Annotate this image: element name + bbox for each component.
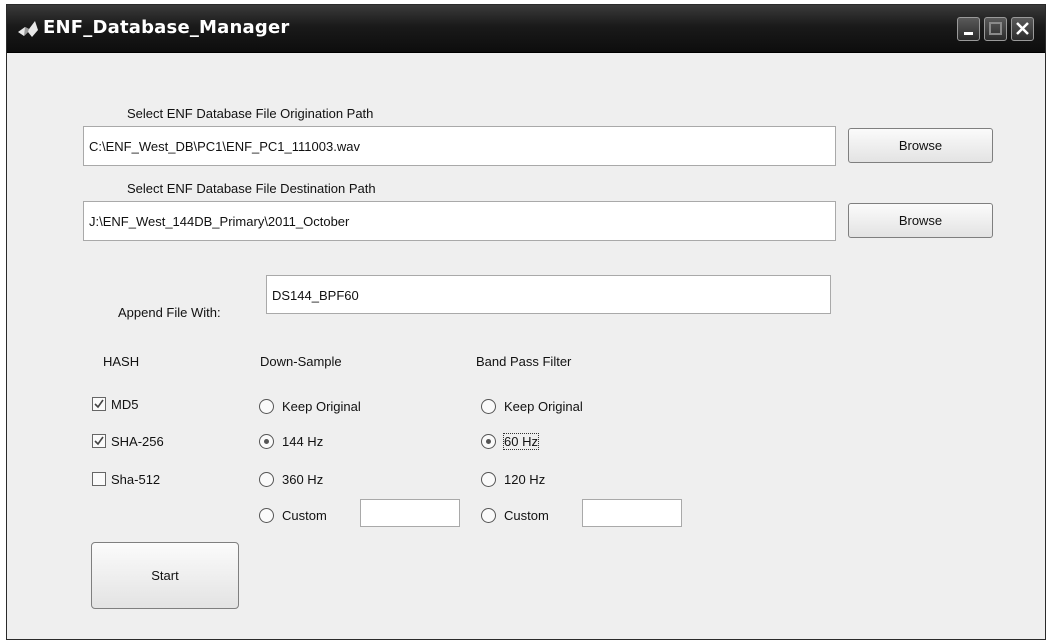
close-icon <box>1016 22 1029 35</box>
bandpass-custom-radio[interactable] <box>481 508 496 523</box>
bandpass-keep-original-radio[interactable] <box>481 399 496 414</box>
bandpass-custom-label: Custom <box>504 508 549 523</box>
destination-path-field[interactable]: J:\ENF_West_144DB_Primary\2011_October <box>83 201 836 241</box>
minimize-icon <box>964 32 973 35</box>
sha256-checkbox[interactable] <box>92 434 106 448</box>
sha512-label: Sha-512 <box>111 472 161 487</box>
bandpass-custom-input[interactable] <box>582 499 682 527</box>
downsample-custom-input[interactable] <box>360 499 460 527</box>
bandpass-120hz-label: 120 Hz <box>504 472 546 487</box>
start-button[interactable]: Start <box>91 542 239 609</box>
minimize-button[interactable] <box>957 17 980 41</box>
checkmark-icon <box>94 436 104 446</box>
origination-label: Select ENF Database File Origination Pat… <box>127 106 374 121</box>
maximize-button[interactable] <box>984 17 1007 41</box>
bandpass-keep-original-label: Keep Original <box>504 399 583 414</box>
origination-path-field[interactable]: C:\ENF_West_DB\PC1\ENF_PC1_111003.wav <box>83 126 836 166</box>
bandpass-60hz-radio[interactable] <box>481 434 496 449</box>
maximize-icon <box>989 22 1002 35</box>
append-label: Append File With: <box>118 305 221 320</box>
downsample-custom-radio[interactable] <box>259 508 274 523</box>
md5-label: MD5 <box>111 397 139 412</box>
downsample-keep-original-label: Keep Original <box>282 399 361 414</box>
origination-browse-button[interactable]: Browse <box>848 128 993 163</box>
hash-header: HASH <box>103 354 140 369</box>
downsample-360hz-radio[interactable] <box>259 472 274 487</box>
matlab-logo-icon <box>17 20 39 38</box>
radio-selected-dot <box>264 439 269 444</box>
radio-selected-dot <box>486 439 491 444</box>
destination-label: Select ENF Database File Destination Pat… <box>127 181 376 196</box>
downsample-144hz-radio[interactable] <box>259 434 274 449</box>
downsample-header: Down-Sample <box>260 354 342 369</box>
downsample-144hz-label: 144 Hz <box>282 434 324 449</box>
sha256-label: SHA-256 <box>111 434 164 449</box>
bandpass-header: Band Pass Filter <box>476 354 572 369</box>
title-bar[interactable]: ENF_Database_Manager <box>7 5 1045 53</box>
destination-browse-button[interactable]: Browse <box>848 203 993 238</box>
checkmark-icon <box>94 399 104 409</box>
bandpass-120hz-radio[interactable] <box>481 472 496 487</box>
sha512-checkbox[interactable] <box>92 472 106 486</box>
app-window: ENF_Database_Manager Select ENF Database… <box>6 4 1046 640</box>
append-field[interactable]: DS144_BPF60 <box>266 275 831 314</box>
window-title: ENF_Database_Manager <box>43 17 290 38</box>
downsample-custom-label: Custom <box>282 508 327 523</box>
downsample-360hz-label: 360 Hz <box>282 472 324 487</box>
close-button[interactable] <box>1011 17 1034 41</box>
md5-checkbox[interactable] <box>92 397 106 411</box>
bandpass-60hz-label: 60 Hz <box>503 433 539 450</box>
downsample-keep-original-radio[interactable] <box>259 399 274 414</box>
